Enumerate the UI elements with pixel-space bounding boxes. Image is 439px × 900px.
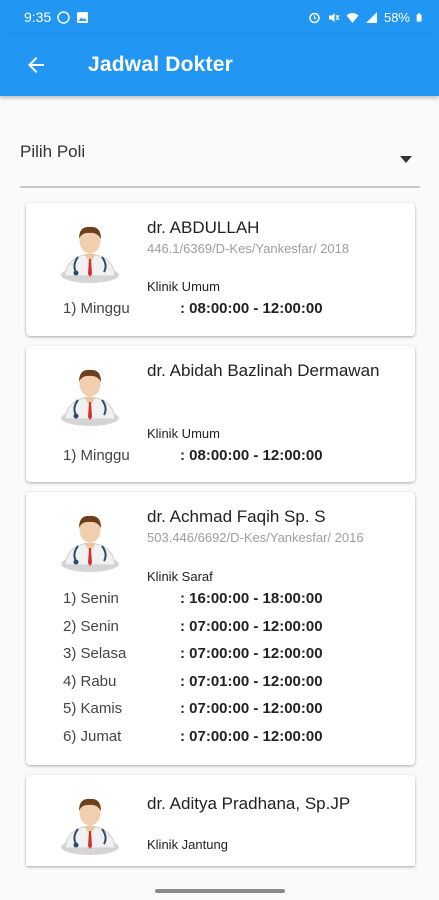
doctor-klinik: Klinik Umum xyxy=(147,426,220,441)
schedule-day: 1) Minggu xyxy=(63,447,130,464)
alarm-icon xyxy=(309,12,320,23)
schedule-list: 1) Minggu : 08:00:00 - 12:00:00 xyxy=(63,300,403,328)
doctor-name: dr. ABDULLAH xyxy=(147,218,260,237)
doctor-klinik: Klinik Saraf xyxy=(147,569,213,584)
doctor-card[interactable]: dr. Abidah Bazlinah Dermawan Klinik Umum… xyxy=(26,346,415,482)
schedule-hours: : 07:00:00 - 12:00:00 xyxy=(180,700,323,718)
notification-icon xyxy=(57,10,70,24)
schedule-row: 2) Senin : 07:00:00 - 12:00:00 xyxy=(63,618,403,646)
schedule-hours: : 07:00:00 - 12:00:00 xyxy=(180,645,323,663)
poli-dropdown[interactable]: Pilih Poli xyxy=(20,136,420,188)
schedule-hours: : 07:00:00 - 12:00:00 xyxy=(180,727,323,745)
arrow-left-icon xyxy=(28,57,44,73)
schedule-row: 1) Senin : 16:00:00 - 18:00:00 xyxy=(63,590,403,618)
doctor-klinik: Klinik Jantung xyxy=(147,837,228,852)
schedule-hours: : 08:00:00 - 12:00:00 xyxy=(180,447,323,464)
schedule-row: 1) Minggu : 08:00:00 - 12:00:00 xyxy=(63,447,403,475)
doctor-sip: 446.1/6369/D-Kes/Yankesfar/ 2018 xyxy=(147,241,350,256)
gallery-icon xyxy=(77,11,89,23)
doctor-name: dr. Abidah Bazlinah Dermawan xyxy=(147,361,380,380)
doctor-sip: 503.446/6692/D-Kes/Yankesfar/ 2016 xyxy=(147,530,364,545)
doctor-avatar-icon xyxy=(61,226,119,283)
mute-icon xyxy=(328,12,340,22)
schedule-hours: : 16:00:00 - 18:00:00 xyxy=(180,590,323,607)
doctor-avatar-icon xyxy=(61,369,119,426)
schedule-row: 4) Rabu : 07:01:00 - 12:00:00 xyxy=(63,673,403,701)
schedule-day: 1) Senin xyxy=(63,590,119,607)
schedule-day: 5) Kamis xyxy=(63,700,123,718)
schedule-row: 6) Jumat : 07:00:00 - 12:00:00 xyxy=(63,728,403,756)
schedule-list: 1) Minggu : 08:00:00 - 12:00:00 xyxy=(63,447,403,475)
navigation-handle[interactable] xyxy=(155,889,285,893)
poli-dropdown-label: Pilih Poli xyxy=(20,142,86,161)
doctor-card[interactable]: dr. ABDULLAH 446.1/6369/D-Kes/Yankesfar/… xyxy=(26,203,415,336)
app-bar: Jadwal Dokter xyxy=(0,34,439,96)
doctor-name: dr. Aditya Pradhana, Sp.JP xyxy=(147,794,351,813)
schedule-hours: : 07:01:00 - 12:00:00 xyxy=(180,672,323,690)
schedule-day: 2) Senin xyxy=(63,617,119,635)
schedule-hours: : 08:00:00 - 12:00:00 xyxy=(180,300,323,317)
doctor-avatar-icon xyxy=(61,798,119,855)
schedule-day: 3) Selasa xyxy=(63,645,127,663)
battery-icon xyxy=(416,12,422,22)
doctor-card[interactable]: dr. Achmad Faqih Sp. S 503.446/6692/D-Ke… xyxy=(26,492,415,765)
schedule-day: 4) Rabu xyxy=(63,672,117,690)
dropdown-arrow-icon xyxy=(400,156,412,163)
schedule-list: 1) Senin : 16:00:00 - 18:00:00 2) Senin … xyxy=(63,590,403,756)
schedule-hours: : 07:00:00 - 12:00:00 xyxy=(180,617,323,635)
doctor-avatar-icon xyxy=(61,515,119,572)
schedule-row: 1) Minggu : 08:00:00 - 12:00:00 xyxy=(63,300,403,328)
battery-percent: 58% xyxy=(383,9,410,25)
wifi-icon xyxy=(346,12,359,23)
schedule-day: 1) Minggu xyxy=(63,300,130,317)
schedule-row: 3) Selasa : 07:00:00 - 12:00:00 xyxy=(63,645,403,673)
doctor-card[interactable]: dr. Aditya Pradhana, Sp.JP Klinik Jantun… xyxy=(26,775,415,866)
schedule-day: 6) Jumat xyxy=(63,727,122,745)
back-button[interactable] xyxy=(16,45,56,85)
schedule-row: 5) Kamis : 07:00:00 - 12:00:00 xyxy=(63,700,403,728)
signal-icon xyxy=(365,11,377,23)
status-bar: 9:35 58% xyxy=(0,0,439,34)
doctor-klinik: Klinik Umum xyxy=(147,279,220,294)
doctor-name: dr. Achmad Faqih Sp. S xyxy=(147,507,326,526)
page-title: Jadwal Dokter xyxy=(88,53,233,76)
status-time: 9:35 xyxy=(24,9,52,25)
